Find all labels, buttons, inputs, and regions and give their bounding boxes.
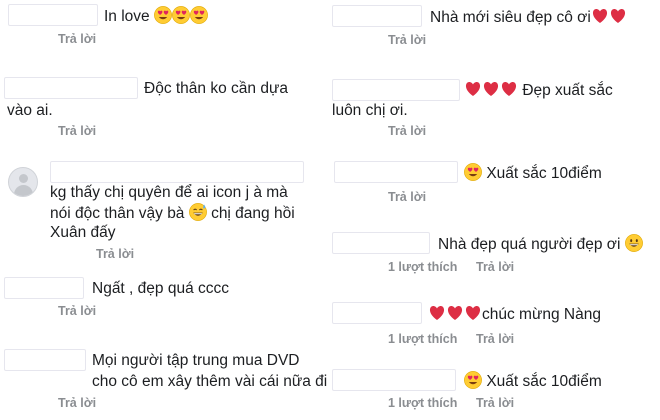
comment-text-line: Nhà mới siêu đẹp cô ơi (430, 7, 627, 28)
red-heart-icon (447, 306, 463, 320)
comment-text-line: kg thấy chị quyên để ai icon j à mà (50, 184, 288, 201)
comment-item: Đẹp xuất sắc luôn chị ơi. Trả lời (330, 74, 660, 144)
comment-text-line: Mọi người tập trung mua DVD (92, 352, 300, 369)
reply-link[interactable]: Trả lời (476, 332, 514, 346)
reply-link[interactable]: Trả lời (388, 124, 426, 138)
comment-text-line: Xuân đấy (50, 224, 116, 241)
red-heart-icon (501, 82, 517, 96)
comment-text-line: Xuất sắc 10điểm (463, 370, 602, 392)
heart-eyes-icon (153, 5, 173, 25)
comment-text: Nhà đẹp quá người đẹp ơi (438, 236, 621, 253)
redacted-username (8, 4, 98, 26)
heart-eyes-icon (189, 5, 209, 25)
redacted-username (332, 369, 456, 391)
red-heart-icon (465, 82, 481, 96)
comment-item: In love Trả lời (0, 0, 330, 55)
comment-text: In love (104, 8, 150, 25)
red-heart-icon (429, 306, 445, 320)
comment-text-line: vào ai. (7, 102, 53, 119)
avatar[interactable] (8, 167, 38, 197)
comment-text: Xuất sắc 10điểm (486, 165, 602, 182)
comment-text-line: nói độc thân vậy bà chị đang hồi (50, 202, 295, 224)
red-heart-icon (483, 82, 499, 96)
heart-eyes-icon (171, 5, 191, 25)
comment-text-line: Độc thân ko cần dựa (144, 80, 288, 97)
reply-link[interactable]: Trả lời (58, 32, 96, 46)
redacted-username (4, 77, 138, 99)
comment-item: chúc mừng Nàng 1 lượt thích Trả lời (330, 300, 660, 355)
red-heart-icon (610, 9, 625, 23)
comment-text: Đẹp xuất sắc (522, 82, 613, 99)
comment-text: Xuất sắc 10điểm (486, 373, 602, 390)
like-count-link[interactable]: 1 lượt thích (388, 396, 457, 410)
comment-text-line: Ngất , đẹp quá cccc (92, 280, 229, 297)
comment-text: chúc mừng Nàng (482, 306, 601, 323)
redacted-username (50, 161, 304, 183)
comment-text: Nhà mới siêu đẹp cô ơi (430, 9, 591, 26)
comment-item: Ngất , đẹp quá cccc Trả lời (0, 272, 330, 324)
comment-text-line: Nhà đẹp quá người đẹp ơi (438, 233, 643, 255)
redacted-username (332, 79, 460, 101)
comment-item: Xuất sắc 10điểm Trả lời (330, 158, 660, 218)
comment-text: nói độc thân vậy bà (50, 205, 185, 222)
redacted-username (4, 277, 84, 299)
comment-text-line: Đẹp xuất sắc (464, 80, 613, 101)
redacted-username (332, 302, 422, 324)
grinning-icon (624, 233, 643, 253)
reply-link[interactable]: Trả lời (58, 304, 96, 318)
comment-item: Nhà đẹp quá người đẹp ơi 1 lượt thích Tr… (330, 230, 660, 285)
heart-eyes-icon (463, 370, 483, 390)
redacted-username (4, 349, 86, 371)
right-comment-column: Nhà mới siêu đẹp cô ơi Trả lời Đẹp xuất … (330, 0, 660, 420)
heart-eyes-icon (463, 162, 483, 182)
reply-link[interactable]: Trả lời (476, 260, 514, 274)
red-heart-icon (465, 306, 481, 320)
reply-link[interactable]: Trả lời (388, 190, 426, 204)
redacted-username (332, 5, 422, 27)
reply-link[interactable]: Trả lời (58, 124, 96, 138)
comment-text-line: In love (104, 5, 209, 27)
like-count-link[interactable]: 1 lượt thích (388, 260, 457, 274)
comment-item: kg thấy chị quyên để ai icon j à mà nói … (0, 158, 330, 263)
reply-link[interactable]: Trả lời (476, 396, 514, 410)
comment-item: Xuất sắc 10điểm 1 lượt thích Trả lời (330, 366, 660, 420)
left-comment-column: In love Trả lời Độc thân ko cần dựa vào … (0, 0, 385, 420)
comment-item: Mọi người tập trung mua DVD cho cô em xâ… (0, 344, 385, 420)
comment-item: Nhà mới siêu đẹp cô ơi Trả lời (330, 0, 660, 55)
comment-text: cho cô em xây thêm vài cái nữa đi ạ (92, 373, 341, 390)
comment-item: Độc thân ko cần dựa vào ai. Trả lời (0, 74, 330, 144)
comment-text-line: Xuất sắc 10điểm (463, 162, 602, 184)
comment-text-line: chúc mừng Nàng (428, 304, 601, 325)
red-heart-icon (592, 9, 607, 23)
like-count-link[interactable]: 1 lượt thích (388, 332, 457, 346)
comment-text: chị đang hồi (211, 205, 295, 222)
redacted-username (334, 161, 458, 183)
redacted-username (332, 232, 430, 254)
grinning-sweat-icon (188, 202, 207, 222)
reply-link[interactable]: Trả lời (388, 33, 426, 47)
reply-link[interactable]: Trả lời (96, 247, 134, 261)
reply-link[interactable]: Trả lời (58, 396, 96, 410)
comment-text-line: luôn chị ơi. (332, 102, 408, 119)
